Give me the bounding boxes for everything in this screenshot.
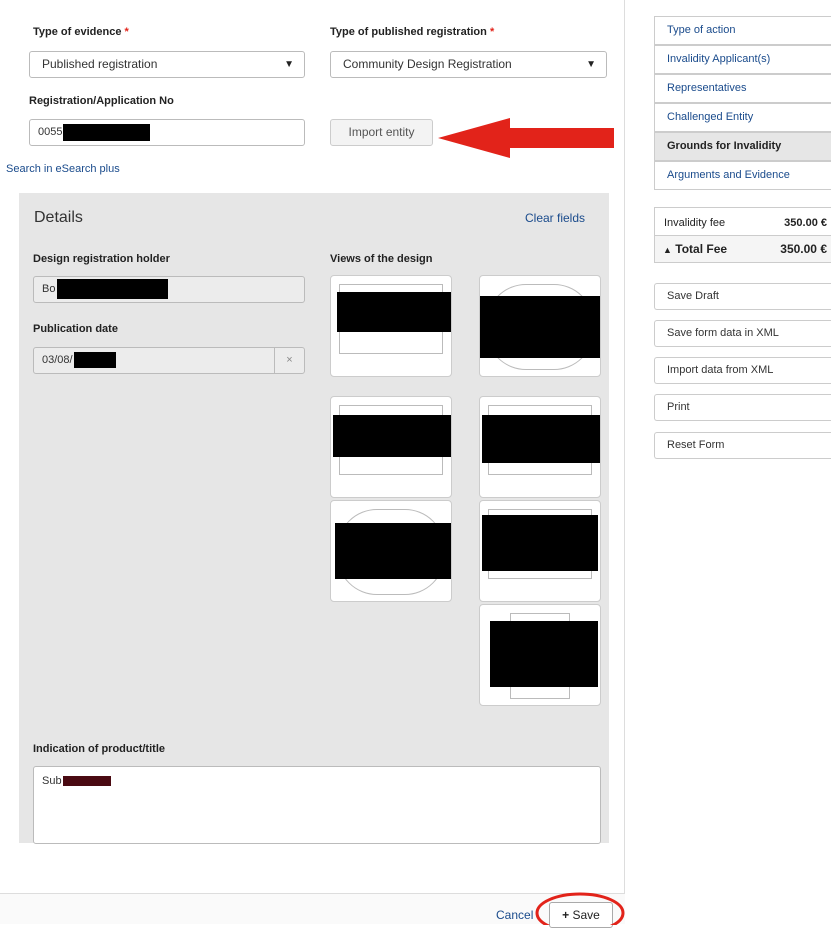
design-view-thumbnail[interactable] [479,396,601,498]
import-xml-button[interactable]: Import data from XML [654,357,831,384]
redaction [73,352,116,369]
details-title: Details [34,209,83,226]
published-registration-type-label: Type of published registration * [330,26,495,38]
registration-number-input[interactable]: 0055 [29,119,305,146]
design-view-thumbnail[interactable] [479,500,601,602]
published-registration-type-select[interactable]: Community Design Registration ▼ [330,51,607,78]
nav-type-of-action[interactable]: Type of action [654,16,831,45]
cancel-link[interactable]: Cancel [496,908,533,922]
publication-date-label: Publication date [33,323,118,335]
nav-arguments-and-evidence[interactable]: Arguments and Evidence [654,161,831,190]
total-fee-row: ▲ Total Fee 350.00 € [655,235,831,262]
design-holder-label: Design registration holder [33,253,170,265]
esearch-plus-link[interactable]: Search in eSearch plus [6,163,120,175]
form-footer: Cancel + Save [0,893,625,928]
required-mark: * [124,26,129,38]
save-xml-button[interactable]: Save form data in XML [654,320,831,347]
redaction [482,515,598,571]
redaction [490,621,598,687]
nav-invalidity-applicants[interactable]: Invalidity Applicant(s) [654,45,831,74]
views-of-design-label: Views of the design [330,253,433,265]
print-button[interactable]: Print [654,394,831,421]
redaction [482,415,600,463]
evidence-type-select[interactable]: Published registration ▼ [29,51,305,78]
design-view-thumbnail[interactable] [330,500,452,602]
red-arrow-annotation [438,118,614,158]
required-mark: * [489,26,495,38]
design-view-thumbnail[interactable] [479,604,601,706]
dropdown-arrow-icon: ▼ [586,59,596,70]
redaction [480,296,600,358]
redaction [335,523,451,579]
nav-representatives[interactable]: Representatives [654,74,831,103]
redaction [57,279,169,300]
evidence-type-label: Type of evidence * [33,26,129,38]
product-title-label: Indication of product/title [33,743,165,755]
reset-form-button[interactable]: Reset Form [654,432,831,459]
redaction [333,415,451,457]
main-form-panel: Type of evidence * Published registratio… [0,0,625,928]
design-view-thumbnail[interactable] [479,275,601,377]
caret-up-icon: ▲ [663,245,672,255]
design-view-thumbnail[interactable] [330,396,452,498]
nav-challenged-entity[interactable]: Challenged Entity [654,103,831,132]
import-entity-button[interactable]: Import entity [330,119,433,146]
redaction [337,292,451,332]
registration-number-label: Registration/Application No [29,95,174,107]
clear-fields-link[interactable]: Clear fields [525,211,585,225]
redaction [63,123,151,141]
nav-grounds-for-invalidity[interactable]: Grounds for Invalidity [654,132,831,161]
product-title-textarea[interactable]: Sub [33,766,601,844]
invalidity-fee-row: Invalidity fee 350.00 € [664,217,827,229]
total-fee-label[interactable]: ▲ Total Fee [663,242,727,256]
clear-date-icon[interactable]: × [274,348,304,373]
red-circle-annotation [535,892,625,925]
save-draft-button[interactable]: Save Draft [654,283,831,310]
design-holder-field: Bo [33,276,305,303]
redaction [62,776,111,787]
design-view-thumbnail[interactable] [330,275,452,377]
publication-date-field: 03/08/ × [33,347,305,374]
dropdown-arrow-icon: ▼ [284,59,294,70]
details-panel: Details Clear fields Design registration… [19,193,609,843]
